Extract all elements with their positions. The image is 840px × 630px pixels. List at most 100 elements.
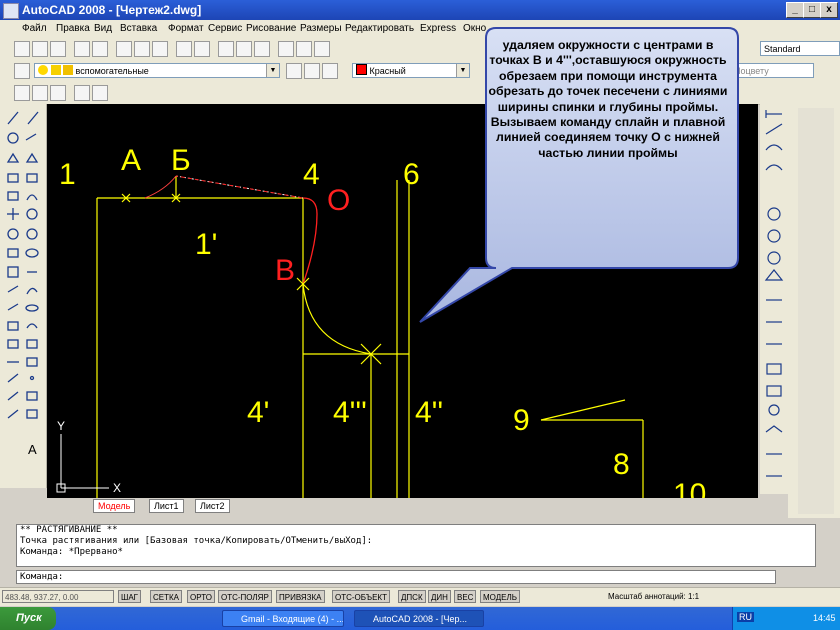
color-combo[interactable]: Красный ▼ bbox=[352, 63, 470, 78]
workspace-icon-2[interactable] bbox=[32, 85, 48, 101]
tool-palettes-icon[interactable] bbox=[314, 41, 330, 57]
label-4-dp: 4'' bbox=[415, 396, 443, 429]
print-icon[interactable] bbox=[74, 41, 90, 57]
pan-icon[interactable] bbox=[218, 41, 234, 57]
drawing-svg[interactable]: 1 А Б 4 6 1' 4' 4''' 4'' 9 8 10 О В Y X bbox=[47, 104, 758, 498]
open-icon[interactable] bbox=[32, 41, 48, 57]
label-o: О bbox=[327, 184, 350, 217]
red-armhole-curve bbox=[302, 197, 318, 285]
label-4: 4 bbox=[303, 158, 320, 191]
clock[interactable]: 14:45 bbox=[813, 613, 836, 623]
tab-sheet1[interactable]: Лист1 bbox=[149, 499, 184, 513]
taskbar-item-gmail[interactable]: Gmail - Входящие (4) - ... bbox=[222, 610, 344, 627]
left-tool-icons[interactable]: A bbox=[0, 104, 46, 488]
save-icon[interactable] bbox=[50, 41, 66, 57]
menu-insert[interactable]: Вставка bbox=[120, 23, 157, 34]
minimize-button[interactable]: _ bbox=[786, 2, 804, 18]
dimension-toolbar bbox=[760, 104, 788, 494]
layer-on-icon bbox=[38, 65, 48, 75]
layer-lock-icon bbox=[63, 65, 74, 75]
undo-icon[interactable] bbox=[176, 41, 192, 57]
tab-sheet2[interactable]: Лист2 bbox=[195, 499, 230, 513]
label-6: 6 bbox=[403, 158, 420, 191]
command-input[interactable]: Команда: bbox=[16, 570, 776, 584]
design-center-icon[interactable] bbox=[296, 41, 312, 57]
draw-modify-toolbar: A bbox=[0, 104, 47, 488]
menu-window[interactable]: Окно bbox=[463, 23, 486, 34]
status-bar: 483.48, 937.27, 0.00 ШАГ СЕТКА ОРТО ОТС-… bbox=[0, 587, 840, 606]
ucs-x-label: X bbox=[113, 481, 121, 495]
menu-modify[interactable]: Редактировать bbox=[345, 23, 414, 34]
right-panel bbox=[788, 104, 840, 518]
workspace-icon-5[interactable] bbox=[92, 85, 108, 101]
label-10: 10 bbox=[673, 478, 706, 498]
autocad-app-icon[interactable] bbox=[3, 3, 19, 19]
right-tool-icons[interactable] bbox=[760, 104, 788, 494]
grid-button[interactable]: СЕТКА bbox=[150, 590, 182, 603]
zoom-window-icon[interactable] bbox=[254, 41, 270, 57]
label-1: 1 bbox=[59, 158, 76, 191]
annotation-scale[interactable]: Масштаб аннотаций: 1:1 bbox=[608, 592, 699, 601]
ducs-button[interactable]: ДПСК bbox=[398, 590, 426, 603]
workspace-icon-1[interactable] bbox=[14, 85, 30, 101]
color-swatch bbox=[356, 64, 367, 75]
workspace-icon-3[interactable] bbox=[50, 85, 66, 101]
palette-strip bbox=[798, 108, 834, 514]
taskbar-item-autocad[interactable]: AutoCAD 2008 - [Чер... bbox=[354, 610, 484, 627]
otrack-button[interactable]: ОТС-ОБЪЕКТ bbox=[332, 590, 390, 603]
drawing-canvas[interactable]: 1 А Б 4 6 1' 4' 4''' 4'' 9 8 10 О В Y X bbox=[47, 104, 758, 498]
start-button[interactable]: Пуск bbox=[0, 607, 56, 630]
polar-button[interactable]: ОТС-ПОЛЯР bbox=[218, 590, 272, 603]
preview-icon[interactable] bbox=[92, 41, 108, 57]
svg-text:A: A bbox=[28, 442, 37, 457]
label-a: А bbox=[121, 144, 141, 177]
chevron-down-icon[interactable]: ▼ bbox=[456, 64, 469, 77]
close-button[interactable]: x bbox=[820, 2, 838, 18]
tab-model[interactable]: Модель bbox=[93, 499, 136, 513]
menu-view[interactable]: Вид bbox=[94, 23, 112, 34]
linetype-combo[interactable]: Поцвету bbox=[730, 63, 814, 78]
color-name: Красный bbox=[369, 66, 406, 76]
label-b: Б bbox=[171, 144, 191, 177]
layer-combo[interactable]: вспомогательные ▼ bbox=[34, 63, 280, 78]
lwt-button[interactable]: ВЕС bbox=[454, 590, 477, 603]
maximize-button[interactable]: □ bbox=[803, 2, 821, 18]
cut-icon[interactable] bbox=[116, 41, 132, 57]
menu-edit[interactable]: Правка bbox=[56, 23, 90, 34]
coordinates-readout: 483.48, 937.27, 0.00 bbox=[2, 590, 114, 603]
layer-manager-icon[interactable] bbox=[14, 63, 30, 79]
label-8: 8 bbox=[613, 448, 630, 481]
label-4-prime: 4' bbox=[247, 396, 269, 429]
menu-express[interactable]: Express bbox=[420, 23, 456, 34]
new-icon[interactable] bbox=[14, 41, 30, 57]
zoom-icon[interactable] bbox=[236, 41, 252, 57]
menu-format[interactable]: Формат bbox=[168, 23, 204, 34]
paste-icon[interactable] bbox=[152, 41, 168, 57]
dyn-button[interactable]: ДИН bbox=[428, 590, 451, 603]
command-history: ** РАСТЯГИВАНИЕ ** Точка растягивания ил… bbox=[16, 524, 816, 567]
layer-name: вспомогательные bbox=[75, 66, 149, 76]
workspace-icon-4[interactable] bbox=[74, 85, 90, 101]
ortho-button[interactable]: ОРТО bbox=[187, 590, 215, 603]
menu-file[interactable]: Файл bbox=[22, 23, 47, 34]
snap-button[interactable]: ШАГ bbox=[118, 590, 141, 603]
layer-previous-icon[interactable] bbox=[304, 63, 320, 79]
osnap-button[interactable]: ПРИВЯЗКА bbox=[276, 590, 325, 603]
copy-icon[interactable] bbox=[134, 41, 150, 57]
layout-tabs: Модель Лист1 Лист2 bbox=[47, 498, 758, 513]
system-tray: RU 14:45 bbox=[732, 607, 840, 630]
model-button[interactable]: МОДЕЛЬ bbox=[480, 590, 520, 603]
chevron-down-icon[interactable]: ▼ bbox=[266, 64, 279, 77]
text-style-combo[interactable]: Standard bbox=[760, 41, 840, 56]
language-indicator[interactable]: RU bbox=[737, 612, 754, 622]
layer-state-icon[interactable] bbox=[322, 63, 338, 79]
menu-dimension[interactable]: Размеры bbox=[300, 23, 342, 34]
menu-tools[interactable]: Сервис bbox=[208, 23, 242, 34]
properties-icon[interactable] bbox=[278, 41, 294, 57]
menu-draw[interactable]: Рисование bbox=[246, 23, 296, 34]
command-history-line: ** РАСТЯГИВАНИЕ ** bbox=[20, 525, 118, 535]
redo-icon[interactable] bbox=[194, 41, 210, 57]
window-title: AutoCAD 2008 - [Чертеж2.dwg] bbox=[22, 3, 202, 17]
label-1-prime: 1' bbox=[195, 228, 217, 261]
make-current-icon[interactable] bbox=[286, 63, 302, 79]
